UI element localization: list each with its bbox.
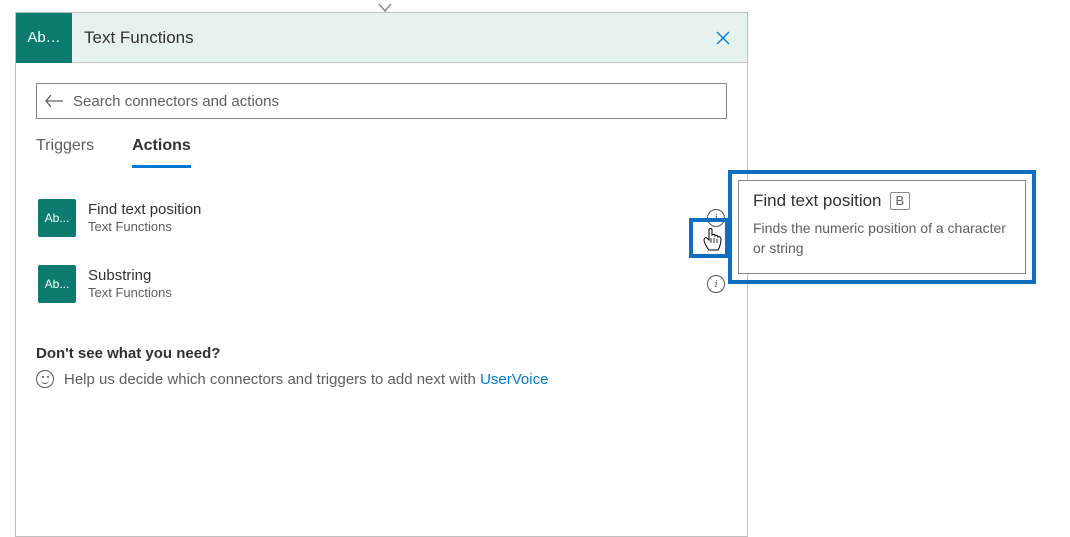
panel-body: Triggers Actions Ab... Find text positio… [16,63,747,388]
action-text: Substring Text Functions [88,267,695,302]
connector-icon-small: Ab... [38,265,76,303]
action-subtitle: Text Functions [88,219,695,235]
action-title: Find text position [88,201,695,220]
panel-title: Text Functions [84,28,703,48]
action-tooltip: Find text position B Finds the numeric p… [738,180,1026,274]
panel-header: Ab… Text Functions [16,13,747,63]
connector-icon-small: Ab... [38,199,76,237]
action-find-text-position[interactable]: Ab... Find text position Text Functions … [36,191,727,245]
search-input[interactable] [73,93,718,110]
help-section: Don't see what you need? Help us decide … [36,345,727,388]
help-text: Help us decide which connectors and trig… [64,371,548,388]
flow-arrow-icon [378,0,392,10]
info-icon[interactable]: i [707,275,725,293]
help-text-span: Help us decide which connectors and trig… [64,371,480,388]
action-list: Ab... Find text position Text Functions … [36,191,727,311]
back-arrow-icon[interactable] [45,94,63,108]
close-button[interactable] [703,18,743,58]
info-icon[interactable]: i [707,209,725,227]
search-row [36,83,727,119]
tooltip-badge: B [890,192,911,211]
help-title: Don't see what you need? [36,345,727,362]
connector-icon: Ab… [16,13,72,63]
smile-icon [36,370,54,388]
action-substring[interactable]: Ab... Substring Text Functions i [36,257,727,311]
tab-actions[interactable]: Actions [132,137,191,168]
action-text: Find text position Text Functions [88,201,695,236]
action-picker-panel: Ab… Text Functions Triggers Actions Ab..… [15,12,748,537]
tooltip-header: Find text position B [753,191,1011,211]
help-row: Help us decide which connectors and trig… [36,370,727,388]
tooltip-description: Finds the numeric position of a characte… [753,219,1011,258]
uservoice-link[interactable]: UserVoice [480,371,548,388]
action-subtitle: Text Functions [88,285,695,301]
tab-triggers[interactable]: Triggers [36,137,94,168]
tabs: Triggers Actions [36,137,727,169]
tooltip-title: Find text position [753,191,882,211]
action-title: Substring [88,267,695,286]
